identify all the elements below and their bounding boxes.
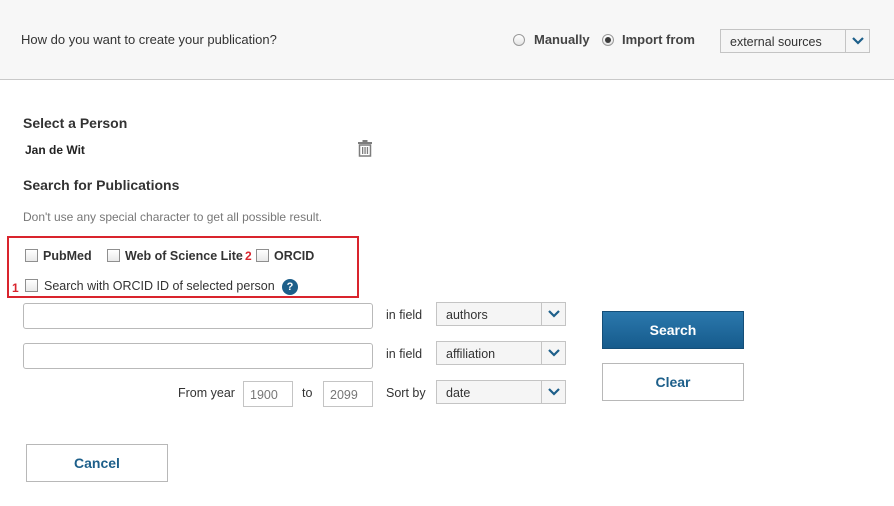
web-of-science-label[interactable]: Web of Science Lite xyxy=(125,249,243,263)
search-publications-heading: Search for Publications xyxy=(23,177,180,193)
marker-1: 1 xyxy=(12,281,19,295)
cancel-button[interactable]: Cancel xyxy=(26,444,168,482)
orcid-label[interactable]: ORCID xyxy=(274,249,314,263)
chevron-down-icon[interactable] xyxy=(541,342,565,364)
select-person-heading: Select a Person xyxy=(23,115,128,131)
to-year-label: to xyxy=(302,386,313,400)
import-from-radio[interactable] xyxy=(602,34,614,46)
sort-select[interactable]: date xyxy=(436,380,566,404)
chevron-down-icon[interactable] xyxy=(845,30,869,52)
creation-mode-bar: How do you want to create your publicati… xyxy=(0,0,894,80)
orcid-id-search-label[interactable]: Search with ORCID ID of selected person xyxy=(44,279,275,293)
sort-select-value: date xyxy=(446,386,471,400)
chevron-down-icon[interactable] xyxy=(541,303,565,325)
from-year-input[interactable]: 1900 xyxy=(243,381,293,407)
search-hint: Don't use any special character to get a… xyxy=(23,210,323,224)
web-of-science-checkbox[interactable] xyxy=(107,249,120,262)
trash-icon[interactable] xyxy=(357,140,373,162)
clear-button[interactable]: Clear xyxy=(602,363,744,401)
query-input-2[interactable] xyxy=(23,343,373,369)
help-icon[interactable]: ? xyxy=(282,279,298,295)
manually-label[interactable]: Manually xyxy=(534,32,590,47)
pubmed-checkbox[interactable] xyxy=(25,249,38,262)
to-year-input[interactable]: 2099 xyxy=(323,381,373,407)
source-select[interactable]: external sources xyxy=(720,29,870,53)
creation-question: How do you want to create your publicati… xyxy=(21,32,277,47)
field-select-1[interactable]: authors xyxy=(436,302,566,326)
chevron-down-icon[interactable] xyxy=(541,381,565,403)
in-field-label-2: in field xyxy=(386,347,423,361)
orcid-id-search-checkbox[interactable] xyxy=(25,279,38,292)
pubmed-label[interactable]: PubMed xyxy=(43,249,92,263)
from-year-label: From year xyxy=(178,386,235,400)
query-input-1[interactable] xyxy=(23,303,373,329)
field-select-1-value: authors xyxy=(446,308,488,322)
search-button[interactable]: Search xyxy=(602,311,744,349)
sort-by-label: Sort by xyxy=(386,386,426,400)
in-field-label-1: in field xyxy=(386,308,423,322)
import-from-label[interactable]: Import from xyxy=(622,32,695,47)
field-select-2[interactable]: affiliation xyxy=(436,341,566,365)
field-select-2-value: affiliation xyxy=(446,347,496,361)
source-select-value: external sources xyxy=(730,35,822,49)
orcid-checkbox[interactable] xyxy=(256,249,269,262)
selected-person-name: Jan de Wit xyxy=(25,143,85,157)
marker-2: 2 xyxy=(245,249,252,263)
manually-radio[interactable] xyxy=(513,34,525,46)
